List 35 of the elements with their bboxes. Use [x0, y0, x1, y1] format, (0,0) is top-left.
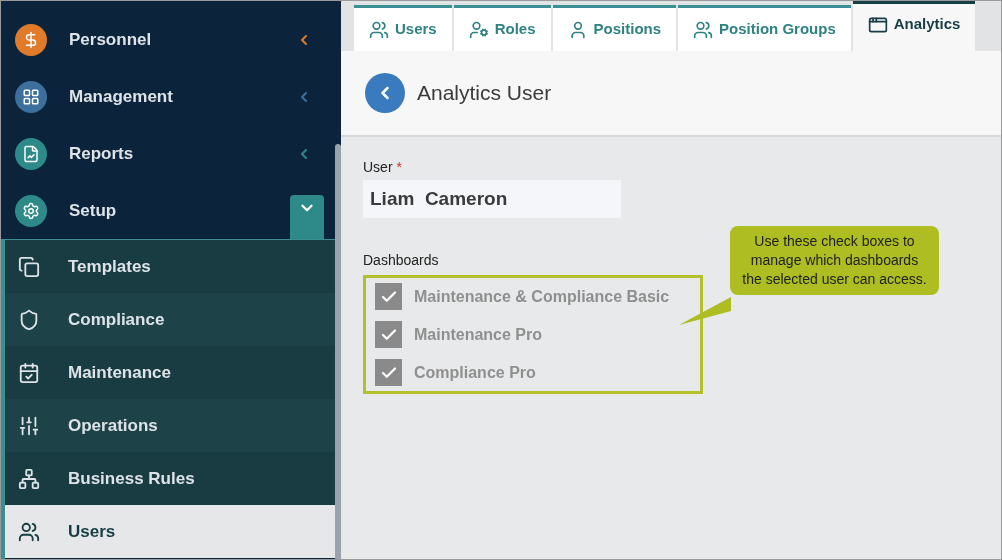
required-mark: * — [396, 159, 402, 175]
nav-item[interactable]: Setup — [1, 182, 335, 239]
user-field[interactable]: Liam Cameron — [363, 180, 621, 218]
page-title: Analytics User — [417, 80, 552, 107]
nav-subitem[interactable]: Operations — [5, 399, 335, 452]
checkbox-label: Maintenance & Compliance Basic — [414, 286, 670, 307]
nav-subitem[interactable]: Business Rules — [5, 452, 335, 505]
nav-item[interactable]: Reports — [1, 125, 335, 182]
nav-item[interactable]: Personnel — [1, 11, 335, 68]
back-button[interactable] — [365, 73, 405, 113]
users-icon — [369, 19, 389, 40]
nav-subitem[interactable]: Templates — [5, 240, 335, 293]
shield-icon — [18, 308, 40, 331]
scrollbar[interactable] — [335, 144, 341, 559]
user-cog-icon — [468, 19, 489, 40]
tab[interactable]: Roles — [453, 5, 551, 51]
copy-icon — [18, 255, 40, 278]
checkbox-label: Compliance Pro — [414, 362, 536, 383]
callout: Use these check boxes to manage which dashboards the selected user can access. — [730, 226, 939, 295]
users-icon — [18, 520, 40, 543]
tab[interactable]: Position Groups — [678, 5, 851, 51]
tab[interactable]: Users — [354, 5, 452, 51]
sliders-icon — [18, 414, 40, 437]
checkbox-label: Maintenance Pro — [414, 324, 543, 345]
tab[interactable]: Analytics — [852, 1, 976, 51]
users-icon — [693, 19, 714, 40]
flowchart-icon — [18, 467, 40, 490]
nav-item[interactable]: Management — [1, 68, 335, 125]
section-label: Dashboards — [363, 251, 439, 270]
nav-subitem[interactable]: Users — [5, 505, 335, 558]
nav-subitem[interactable]: Compliance — [5, 293, 335, 346]
field-label: User — [363, 159, 393, 175]
nav-subitem[interactable]: Maintenance — [5, 346, 335, 399]
chevron-down-icon[interactable] — [290, 195, 324, 239]
tab[interactable]: Positions — [552, 5, 677, 51]
